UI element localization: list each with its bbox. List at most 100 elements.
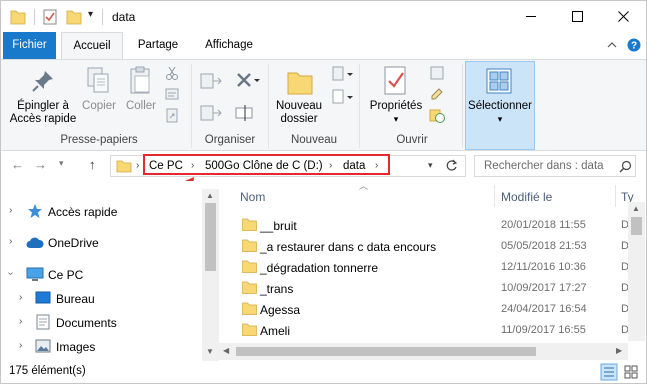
folder-icon — [242, 239, 257, 252]
column-divider[interactable] — [494, 185, 495, 207]
delete-icon[interactable] — [234, 70, 260, 92]
history-icon[interactable] — [429, 107, 445, 123]
forward-icon[interactable]: → — [34, 157, 47, 172]
file-name: __bruit — [260, 219, 297, 233]
file-list-horizontal-scrollbar[interactable]: ◀ ▶ — [219, 343, 628, 360]
refresh-icon[interactable] — [445, 159, 458, 172]
properties-button[interactable]: Propriétés ▾ — [363, 100, 429, 126]
chevron-right-icon[interactable]: › — [19, 340, 22, 351]
file-name: _trans — [260, 282, 294, 296]
folder-icon — [242, 323, 257, 336]
nav-item-quick-access[interactable]: › Accès rapide — [1, 201, 201, 223]
column-divider[interactable] — [615, 185, 616, 207]
nav-item-onedrive[interactable]: › OneDrive — [1, 232, 201, 254]
group-divider — [268, 64, 269, 148]
move-to-icon[interactable] — [199, 70, 223, 92]
nav-item-images[interactable]: › Images — [1, 336, 201, 358]
folder-icon — [10, 10, 26, 25]
chevron-down-icon[interactable]: › — [5, 272, 16, 275]
scroll-up-icon[interactable]: ▲ — [206, 191, 214, 200]
cloud-icon — [26, 237, 44, 248]
details-view-icon[interactable] — [600, 363, 618, 381]
maximize-button[interactable] — [554, 1, 600, 32]
file-name: Agessa — [260, 303, 301, 317]
table-row[interactable]: __bruit 20/01/2018 11:55 D — [219, 215, 646, 236]
properties-icon[interactable] — [42, 8, 58, 26]
group-divider — [359, 64, 360, 148]
nav-item-documents[interactable]: › Documents — [1, 312, 201, 334]
new-item-icon[interactable] — [331, 65, 355, 85]
chevron-right-icon[interactable]: › — [9, 205, 12, 216]
minimize-button[interactable] — [508, 1, 554, 32]
group-divider — [191, 64, 192, 148]
table-row[interactable]: _a restaurer dans c data encours 05/05/2… — [219, 236, 646, 257]
paste-icon — [130, 66, 150, 94]
computer-icon — [26, 267, 44, 281]
table-row[interactable]: _dégradation tonnerre 12/11/2016 10:36 D — [219, 257, 646, 278]
cut-icon[interactable] — [164, 65, 180, 81]
search-icon — [619, 160, 632, 173]
copy-button[interactable]: Copier — [79, 100, 119, 113]
column-header-date[interactable]: Modifié le — [501, 190, 552, 204]
copy-path-icon[interactable] — [164, 86, 180, 102]
tab-share[interactable]: Partage — [130, 32, 186, 59]
crumb-separator-icon[interactable]: › — [136, 160, 139, 171]
tab-view[interactable]: Affichage — [194, 32, 264, 59]
paste-shortcut-icon[interactable] — [164, 107, 180, 123]
up-icon[interactable]: ↑ — [89, 157, 96, 172]
file-list-vertical-scrollbar[interactable]: ▲ — [628, 202, 645, 341]
tab-home[interactable]: Accueil — [61, 32, 123, 60]
ribbon-tabs: Fichier Accueil Partage Affichage ? — [1, 32, 646, 60]
column-header-name[interactable]: Nom — [240, 190, 265, 204]
easy-access-icon[interactable] — [331, 88, 355, 108]
scroll-thumb[interactable] — [236, 347, 536, 356]
maximize-icon — [571, 11, 583, 22]
pin-label: Accès rapide — [9, 113, 77, 125]
close-button[interactable] — [600, 1, 646, 32]
scroll-thumb[interactable] — [631, 217, 642, 235]
scroll-right-icon[interactable]: ▶ — [616, 346, 622, 355]
copy-to-icon[interactable] — [199, 102, 223, 124]
open-icon[interactable] — [429, 65, 445, 81]
navigation-pane: › Accès rapide › OneDrive › Ce PC › Bure… — [1, 181, 219, 362]
scroll-left-icon[interactable]: ◀ — [223, 346, 229, 355]
table-row[interactable]: Ameli 11/09/2017 16:55 D — [219, 320, 646, 341]
file-name: _a restaurer dans c data encours — [260, 240, 437, 254]
search-input[interactable]: Rechercher dans : data — [474, 155, 636, 177]
nav-label: Documents — [56, 316, 117, 330]
large-icons-view-icon[interactable] — [622, 363, 640, 381]
rename-icon[interactable] — [234, 102, 256, 124]
recent-locations-icon[interactable]: ▾ — [59, 158, 64, 169]
scroll-up-icon[interactable]: ▲ — [632, 204, 640, 213]
customize-toolbar-icon[interactable]: ▾ — [88, 9, 93, 20]
title-bar: ▾ data — [1, 1, 646, 32]
nav-scroll-thumb[interactable] — [205, 203, 216, 271]
address-dropdown-icon[interactable]: ▾ — [428, 160, 433, 171]
chevron-right-icon[interactable]: › — [9, 236, 12, 247]
nav-scrollbar[interactable]: ▲ ▼ — [202, 189, 219, 361]
scroll-down-icon[interactable]: ▼ — [206, 347, 214, 356]
new-folder-label: dossier — [280, 113, 318, 125]
back-icon[interactable]: ← — [11, 157, 24, 172]
nav-item-this-pc[interactable]: › Ce PC — [1, 264, 201, 286]
folder-icon — [242, 281, 257, 294]
new-folder-icon[interactable] — [66, 8, 82, 26]
table-row[interactable]: _trans 10/09/2017 17:27 D — [219, 278, 646, 299]
file-date: 05/05/2018 21:53 — [501, 240, 587, 252]
help-icon[interactable]: ? — [627, 38, 641, 52]
chevron-right-icon[interactable]: › — [19, 316, 22, 327]
nav-item-desktop[interactable]: › Bureau — [1, 288, 201, 310]
tab-file[interactable]: Fichier — [3, 32, 56, 59]
edit-icon[interactable] — [429, 86, 445, 102]
group-organize-label: Organiser — [204, 134, 256, 146]
paste-button[interactable]: Coller — [123, 100, 159, 113]
close-icon — [617, 11, 629, 22]
table-row[interactable]: Agessa 24/04/2017 16:54 D — [219, 299, 646, 320]
pin-quick-access-button[interactable]: Épingler à Accès rapide — [7, 100, 79, 126]
status-bar: 175 élément(s) — [1, 361, 646, 383]
chevron-right-icon[interactable]: › — [19, 292, 22, 303]
folder-icon — [242, 218, 257, 231]
new-folder-button[interactable]: Nouveau dossier — [271, 100, 327, 126]
collapse-ribbon-icon[interactable] — [606, 39, 618, 51]
file-date: 20/01/2018 11:55 — [501, 219, 586, 231]
